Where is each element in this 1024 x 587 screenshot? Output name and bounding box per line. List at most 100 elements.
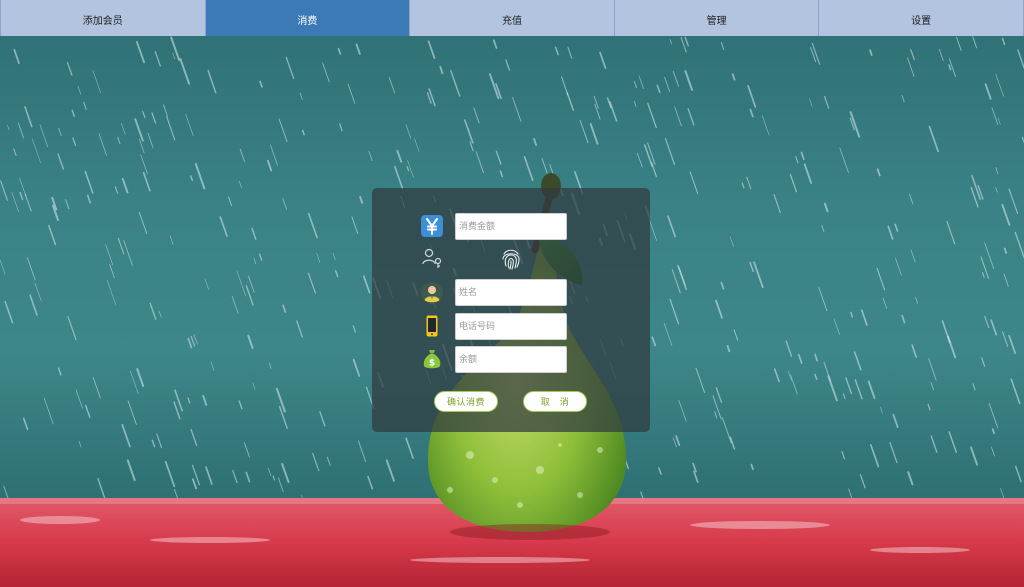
rain-streak: [981, 357, 986, 367]
rain-streak: [747, 85, 757, 108]
rain-streak: [814, 353, 819, 362]
rain-streak: [972, 383, 976, 391]
rain-streak: [795, 156, 799, 164]
rain-streak: [193, 334, 198, 345]
rain-streak: [355, 43, 361, 56]
rain-streak: [800, 151, 805, 161]
rain-streak: [946, 221, 956, 245]
rain-streak: [997, 117, 1001, 125]
rain-streak: [185, 114, 194, 136]
rain-streak: [761, 115, 770, 136]
rain-streak: [909, 194, 914, 205]
tab-consume[interactable]: 消费: [205, 0, 411, 36]
rain-streak: [901, 94, 905, 103]
phone-input[interactable]: [455, 313, 567, 340]
rain-streak: [984, 315, 990, 329]
fingerprint-icon[interactable]: [498, 246, 524, 272]
rain-streak: [991, 428, 995, 435]
rain-streak: [117, 136, 121, 145]
rain-streak: [86, 194, 91, 204]
rain-streak: [312, 452, 320, 472]
top-navigation: 添加会员 消费 充值 管理 设置: [0, 0, 1024, 36]
rain-streak: [541, 158, 548, 174]
rain-streak: [995, 73, 1004, 97]
rain-streak: [533, 137, 538, 146]
rain-streak: [955, 36, 962, 51]
rain-streak: [92, 377, 101, 399]
rain-streak: [245, 471, 251, 483]
rain-streak: [270, 144, 278, 166]
rain-streak: [414, 138, 420, 152]
confirm-consume-button[interactable]: 确认消费: [434, 391, 498, 412]
rain-streak: [882, 297, 888, 309]
rain-streak: [821, 225, 825, 232]
amount-input[interactable]: [455, 213, 567, 240]
rain-streak: [258, 253, 263, 261]
rain-streak: [1003, 273, 1009, 287]
rain-streak: [714, 411, 718, 419]
rain-streak: [675, 435, 681, 446]
rain-streak: [245, 285, 254, 306]
rain-streak: [915, 297, 919, 304]
rain-streak: [638, 75, 644, 89]
rain-streak: [337, 47, 342, 55]
rain-streak: [814, 373, 818, 380]
rain-streak: [930, 382, 934, 391]
rain-streak: [187, 397, 191, 404]
rain-streak: [901, 314, 906, 324]
rain-streak: [13, 48, 20, 65]
rain-streak: [1017, 49, 1024, 70]
rain-streak: [746, 176, 752, 190]
rain-streak: [930, 435, 938, 453]
rain-streak: [663, 322, 673, 346]
rain-streak: [19, 191, 24, 201]
rain-streak: [1008, 334, 1017, 355]
rain-streak: [651, 336, 657, 347]
rain-streak: [845, 377, 853, 395]
rain-streak: [24, 193, 32, 212]
rain-streak: [850, 311, 854, 318]
rain-streak: [357, 440, 367, 462]
rain-streak: [43, 397, 54, 425]
rain-streak: [202, 394, 208, 406]
tab-add-member[interactable]: 添加会员: [0, 0, 206, 36]
rain-streak: [247, 334, 254, 349]
rain-streak: [593, 95, 599, 109]
rain-streak: [809, 98, 813, 107]
avatar-icon: [419, 280, 445, 306]
rain-streak: [566, 91, 575, 111]
rain-streak: [656, 84, 661, 93]
money-bag-icon: $: [419, 346, 445, 372]
yen-icon: [419, 213, 445, 239]
rain-streak: [0, 259, 6, 275]
tab-settings[interactable]: 设置: [819, 0, 1024, 36]
rain-streak: [77, 86, 82, 95]
rain-streak: [142, 110, 146, 119]
rain-streak: [773, 368, 780, 383]
rain-streak: [650, 162, 658, 178]
consume-form-panel: $ 确认消费 取 消: [372, 188, 650, 432]
balance-input[interactable]: [455, 346, 567, 373]
rain-streak: [164, 460, 176, 488]
rain-streak: [672, 70, 679, 87]
rain-streak: [803, 163, 813, 184]
rain-streak: [988, 402, 999, 429]
cancel-button[interactable]: 取 消: [523, 391, 587, 412]
rain-streak: [947, 335, 957, 359]
rain-streak: [907, 471, 914, 486]
rain-streak: [991, 107, 999, 125]
rain-streak: [726, 345, 731, 353]
rain-streak: [749, 261, 754, 273]
rain-streak: [228, 196, 233, 206]
name-input[interactable]: [455, 279, 567, 306]
tab-recharge[interactable]: 充值: [410, 0, 615, 36]
rain-streak: [669, 39, 673, 45]
rain-streak: [1014, 465, 1022, 483]
rain-streak: [833, 318, 840, 335]
rain-streak: [34, 283, 42, 302]
rain-streak: [307, 272, 316, 294]
tab-manage[interactable]: 管理: [614, 0, 820, 36]
rain-streak: [92, 69, 102, 94]
rain-streak: [729, 236, 734, 248]
rain-streak: [359, 196, 364, 204]
